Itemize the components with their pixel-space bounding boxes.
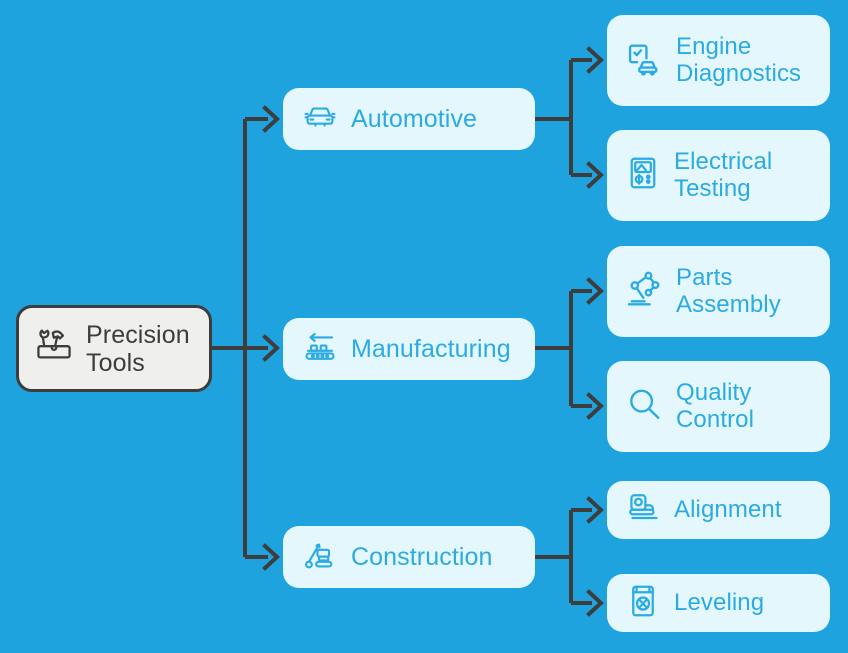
leaf-node-label: Alignment [674, 495, 782, 523]
branch-node-label: Manufacturing [351, 335, 511, 363]
branch-node-automotive[interactable]: Automotive [283, 88, 535, 150]
arrowhead-automotive [262, 105, 280, 133]
root-node-precision-tools[interactable]: Precision Tools [16, 305, 212, 392]
multimeter-icon [625, 155, 661, 196]
leaf-node-quality-control[interactable]: Quality Control [607, 361, 830, 452]
leaf-node-engine-diagnostics[interactable]: Engine Diagnostics [607, 15, 830, 106]
arrowhead-leveling [586, 589, 604, 617]
arrowhead-construction [262, 543, 280, 571]
arrowhead-electrical-testing [586, 161, 604, 189]
robot-arm-icon [625, 270, 663, 313]
branch-node-label: Construction [351, 543, 493, 571]
leaf-node-label: Leveling [674, 588, 765, 616]
leaf-node-label: Parts Assembly [676, 263, 781, 318]
branch-node-manufacturing[interactable]: Manufacturing [283, 318, 535, 380]
leaf-node-electrical-testing[interactable]: Electrical Testing [607, 130, 830, 221]
magnifier-icon [625, 385, 663, 428]
leaf-node-alignment[interactable]: Alignment [607, 481, 830, 539]
leaf-node-parts-assembly[interactable]: Parts Assembly [607, 246, 830, 337]
mindmap-canvas: Precision Tools Automotive Engine Diagno… [0, 0, 848, 653]
diagnostics-clipboard-car-icon [625, 39, 663, 82]
arrowhead-alignment [586, 496, 604, 524]
crane-excavator-icon [303, 538, 337, 577]
arrowhead-parts-assembly [586, 277, 604, 305]
leaf-node-label: Electrical Testing [674, 147, 773, 202]
toolbox-icon [33, 325, 75, 372]
branch-node-label: Automotive [351, 105, 478, 133]
branch-node-construction[interactable]: Construction [283, 526, 535, 588]
laser-level-roller-icon [625, 490, 661, 531]
leaf-node-leveling[interactable]: Leveling [607, 574, 830, 632]
leaf-node-label: Quality Control [676, 378, 755, 433]
conveyor-belt-icon [303, 330, 337, 369]
spirit-level-icon [625, 583, 661, 624]
car-front-icon [303, 100, 337, 139]
arrowhead-manufacturing [262, 334, 280, 362]
leaf-node-label: Engine Diagnostics [676, 32, 802, 87]
arrowhead-engine-diagnostics [586, 46, 604, 74]
arrowhead-quality-control [586, 392, 604, 420]
root-node-label: Precision Tools [86, 320, 190, 377]
